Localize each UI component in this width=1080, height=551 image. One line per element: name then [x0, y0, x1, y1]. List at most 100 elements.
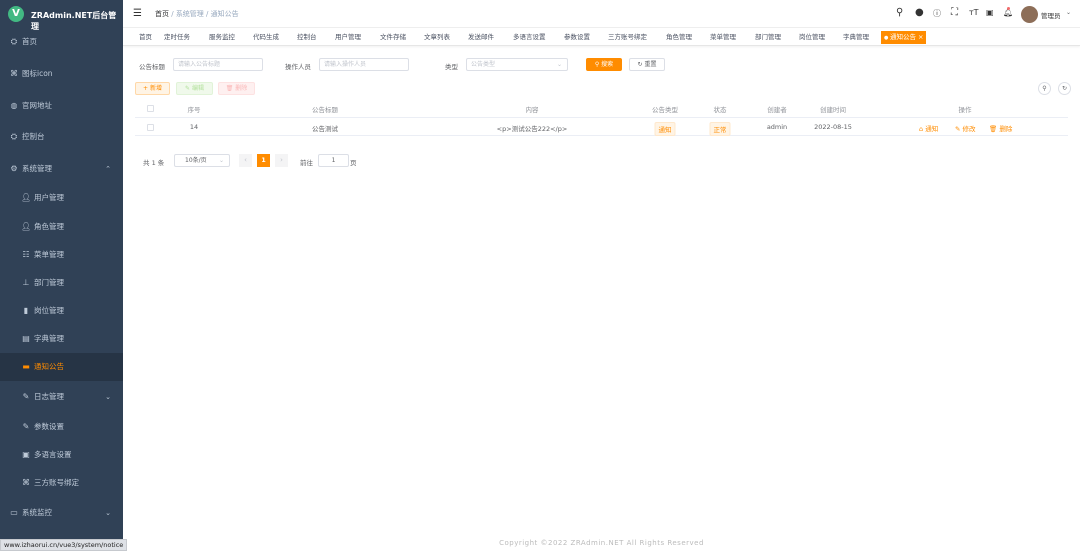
sidebar-item-10[interactable]: ▤ 字典管理 [0, 325, 123, 353]
tag-11[interactable]: 三方账号绑定 [605, 31, 650, 44]
tag-label: 控制台 [297, 33, 317, 41]
tag-17[interactable]: ● 通知公告 × [881, 31, 927, 44]
tag-10[interactable]: 参数设置 [561, 31, 593, 44]
sidebar-item-16[interactable]: ▭ 系统监控 ⌄ [0, 499, 123, 527]
refresh-icon: ↻ [637, 61, 643, 68]
tag-16[interactable]: 字典管理 [840, 31, 872, 44]
globe-icon: ◍ [10, 101, 18, 110]
tag-label: 角色管理 [666, 33, 692, 41]
row-checkbox[interactable] [147, 124, 154, 131]
header-created: 创建时间 [820, 106, 846, 114]
close-icon[interactable]: × [916, 33, 923, 41]
tag-0[interactable]: 首页 [136, 31, 155, 44]
sidebar-item-4[interactable]: ⚙ 系统管理 ⌃ [0, 155, 123, 183]
tag-13[interactable]: 菜单管理 [707, 31, 739, 44]
tag-3[interactable]: 代码生成 [250, 31, 282, 44]
hamburger-icon[interactable]: ☰ [133, 8, 142, 19]
select-all-checkbox[interactable] [147, 105, 154, 112]
tag-1[interactable]: 定时任务 [161, 31, 193, 44]
sidebar-item-14[interactable]: ▣ 多语言设置 [0, 441, 123, 469]
sidebar-item-5[interactable]: 👤︎ 用户管理 [0, 184, 123, 212]
sidebar-item-label: 部门管理 [34, 278, 64, 287]
delete-link[interactable]: 🗑︎ 删除 [989, 123, 1012, 133]
cell-creator: admin [766, 123, 788, 131]
header-actions: 操作 [958, 106, 972, 114]
tag-label: 参数设置 [564, 33, 590, 41]
reset-button[interactable]: ↻ 重置 [629, 58, 665, 71]
type-placeholder: 公告类型 [471, 61, 496, 68]
tag-label: 部门管理 [755, 33, 781, 41]
sidebar-item-6[interactable]: 👤︎ 角色管理 [0, 213, 123, 241]
operator-input[interactable]: 请输入操作人员 [319, 58, 409, 71]
sidebar-item-15[interactable]: ⌘ 三方账号绑定 [0, 469, 123, 497]
username[interactable]: 管理员 [1041, 10, 1061, 20]
notify-link[interactable]: ⌂ 通知 [919, 123, 938, 133]
sidebar-item-label: 多语言设置 [34, 450, 72, 459]
sidebar-item-label: 用户管理 [34, 193, 64, 202]
sidebar-item-8[interactable]: ⊥ 部门管理 [0, 269, 123, 297]
page-size-select[interactable]: 10条/页 ⌄ [174, 154, 230, 167]
edit-button[interactable]: ✎ 编辑 [176, 82, 213, 95]
breadcrumb: 首页 / 系统管理 / 通知公告 [155, 10, 239, 18]
tag-12[interactable]: 角色管理 [663, 31, 695, 44]
chevron-down-icon[interactable]: ⌄ [1066, 9, 1071, 16]
avatar[interactable] [1021, 6, 1038, 23]
tag-2[interactable]: 服务监控 [206, 31, 238, 44]
search-button-label: 搜索 [601, 61, 614, 68]
breadcrumb-item[interactable]: 系统管理 [176, 10, 204, 18]
search-icon[interactable]: ⚲ [896, 7, 903, 18]
goto-label: 前往 [300, 159, 313, 167]
sidebar-item-2[interactable]: ◍ 官网地址 [0, 92, 123, 120]
tag-label: 发送邮件 [468, 33, 494, 41]
prev-page-button[interactable]: ‹ [239, 154, 252, 167]
help-icon[interactable]: ⓘ [933, 8, 941, 19]
type-select[interactable]: 公告类型 ⌄ [466, 58, 568, 71]
logo: V [8, 6, 24, 22]
footer: Copyright ©2022 ZRAdmin.NET All Rights R… [499, 539, 704, 547]
breadcrumb-item[interactable]: 首页 [155, 10, 169, 18]
page-1-button[interactable]: 1 [257, 154, 270, 167]
divider [135, 135, 1068, 136]
sidebar-item-1[interactable]: ⌘ 图标icon [0, 60, 123, 88]
refresh-button[interactable]: ↻ [1058, 82, 1071, 95]
add-button[interactable]: + 新增 [135, 82, 170, 95]
sidebar-item-11[interactable]: ▬ 通知公告 [0, 353, 123, 381]
sidebar-item-7[interactable]: ☷ 菜单管理 [0, 241, 123, 269]
chevron-down-icon: ⌄ [218, 157, 224, 164]
dashboard-icon: ⛭ [10, 37, 18, 46]
tag-6[interactable]: 文件存储 [377, 31, 409, 44]
trash-icon: 🗑︎ [989, 125, 998, 133]
sidebar-item-0[interactable]: ⛭ 首页 [0, 28, 123, 56]
sidebar-item-3[interactable]: ⛭ 控制台 [0, 123, 123, 151]
goto-input[interactable]: 1 [318, 154, 349, 167]
sidebar-item-13[interactable]: ✎ 参数设置 [0, 413, 123, 441]
tag-5[interactable]: 用户管理 [332, 31, 364, 44]
message-icon: ▬ [22, 362, 30, 371]
sidebar-item-12[interactable]: ✎ 日志管理 ⌄ [0, 383, 123, 411]
user-icon: 👤︎ [21, 193, 32, 202]
header-type: 公告类型 [652, 106, 678, 114]
tag-9[interactable]: 多语言设置 [510, 31, 549, 44]
modify-link[interactable]: ✎ 修改 [955, 123, 976, 133]
tag-4[interactable]: 控制台 [294, 31, 320, 44]
tag-15[interactable]: 岗位管理 [796, 31, 828, 44]
delete-button[interactable]: 🗑︎ 删除 [218, 82, 255, 95]
next-page-button[interactable]: › [275, 154, 288, 167]
sidebar-item-label: 岗位管理 [34, 306, 64, 315]
github-icon[interactable]: ● [915, 7, 924, 18]
language-icon[interactable]: ▣ [986, 8, 994, 17]
tag-8[interactable]: 发送邮件 [465, 31, 497, 44]
sidebar-item-label: 官网地址 [22, 101, 52, 110]
sidebar-item-9[interactable]: ▮ 岗位管理 [0, 297, 123, 325]
link-icon: ⌘ [22, 478, 30, 487]
cell-id: 14 [189, 123, 199, 131]
toggle-search-button[interactable]: ⚲ [1038, 82, 1051, 95]
title-input[interactable]: 请输入公告标题 [173, 58, 263, 71]
tag-14[interactable]: 部门管理 [752, 31, 784, 44]
font-size-icon[interactable]: тT [969, 8, 979, 17]
tag-7[interactable]: 文章列表 [421, 31, 453, 44]
fullscreen-icon[interactable]: ⛶ [951, 7, 958, 18]
search-button[interactable]: ⚲ 搜索 [586, 58, 622, 71]
modify-label: 修改 [962, 125, 976, 133]
navbar: ☰ 首页 / 系统管理 / 通知公告 ⚲ ● ⓘ ⛶ тT ▣ 🔔︎ 管理员 ⌄ [123, 0, 1080, 28]
